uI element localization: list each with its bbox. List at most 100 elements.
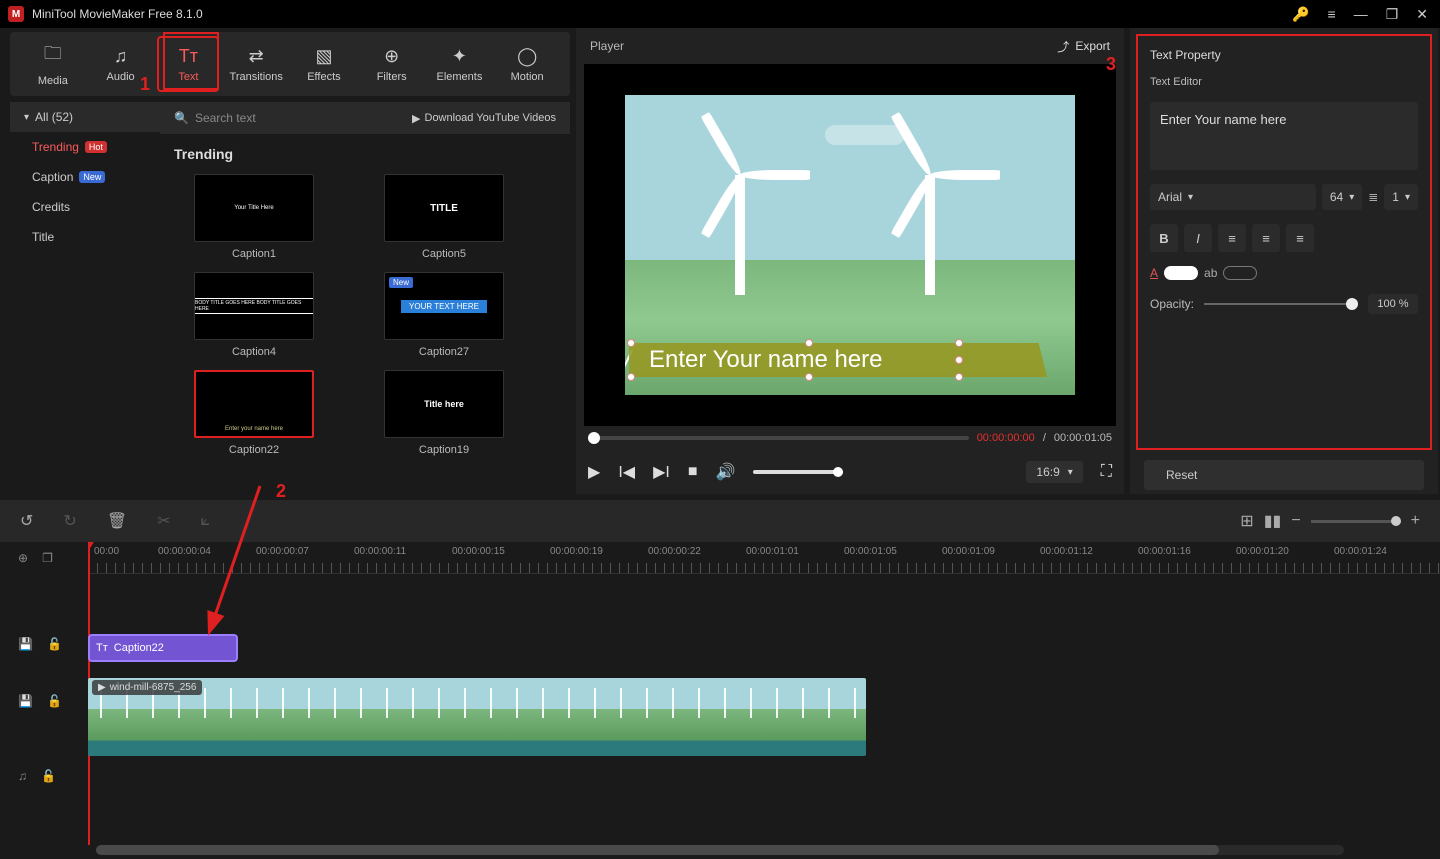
download-youtube-button[interactable]: ▶Download YouTube Videos <box>412 112 556 125</box>
new-badge: New <box>79 171 105 183</box>
video-track[interactable]: ▶wind-mill-6875_256 <box>88 678 1440 756</box>
properties-panel: Text Property Text Editor Arial▾ 64▾ ≣ 1… <box>1130 28 1438 494</box>
chevron-down-icon: ▾ <box>24 112 29 123</box>
close-icon[interactable]: ✕ <box>1416 6 1428 23</box>
prev-frame-button[interactable]: I◀ <box>618 462 635 482</box>
tab-media[interactable]: 🗀Media <box>22 36 84 92</box>
aspect-ratio-select[interactable]: 16:9▾ <box>1026 461 1082 483</box>
section-title: Trending <box>174 146 556 162</box>
undo-button[interactable]: ↺ <box>20 511 33 531</box>
thumb-caption1[interactable]: Your Title HereCaption1 <box>174 174 334 260</box>
annotation-1: 1 <box>140 74 150 95</box>
text-icon: Tᴛ <box>96 642 108 654</box>
sidebar-item-credits[interactable]: Credits <box>10 192 160 222</box>
key-icon[interactable]: 🔑 <box>1292 6 1309 23</box>
delete-button[interactable]: 🗑 <box>107 511 127 531</box>
lock-audio-track-icon[interactable]: 🔓 <box>41 769 56 783</box>
seek-bar[interactable] <box>588 436 969 440</box>
elements-icon: ✦ <box>452 46 467 67</box>
line-spacing-icon: ≣ <box>1368 190 1378 204</box>
opacity-slider[interactable] <box>1204 303 1358 305</box>
reset-button[interactable]: Reset <box>1144 460 1424 490</box>
italic-button[interactable]: I <box>1184 224 1212 252</box>
save-track-icon[interactable]: 💾 <box>18 637 33 651</box>
search-input[interactable]: 🔍Search text <box>174 111 404 125</box>
split-button[interactable]: ✂ <box>157 511 170 531</box>
player-panel: Player ⤴Export / Enter Your name here 00… <box>576 28 1124 494</box>
annotation-3: 3 <box>1106 54 1116 75</box>
volume-icon[interactable]: 🔊 <box>715 462 735 482</box>
save-video-track-icon[interactable]: 💾 <box>18 694 33 708</box>
lock-track-icon[interactable]: 🔓 <box>47 637 62 651</box>
annotation-arrow <box>200 480 300 650</box>
tab-elements[interactable]: ✦Elements <box>429 36 491 92</box>
thumb-caption27[interactable]: NewYOUR TEXT HERECaption27 <box>364 272 524 358</box>
category-sidebar: ▾All (52) TrendingHot CaptionNew Credits… <box>10 102 160 494</box>
highlight-icon: ab <box>1204 266 1217 280</box>
align-right-button[interactable]: ≡ <box>1286 224 1314 252</box>
audio-track[interactable] <box>88 774 1440 810</box>
timeline-scrollbar[interactable] <box>96 845 1344 855</box>
time-sep: / <box>1043 432 1046 444</box>
redo-button[interactable]: ↻ <box>63 511 76 531</box>
text-input[interactable] <box>1150 102 1418 170</box>
export-icon: ⤴ <box>1057 38 1069 55</box>
fullscreen-button[interactable]: ⛶ <box>1101 463 1112 481</box>
zoom-in-button[interactable]: + <box>1411 512 1420 530</box>
text-editor-label: Text Editor <box>1150 76 1418 88</box>
font-select[interactable]: Arial▾ <box>1150 184 1316 210</box>
line-spacing-select[interactable]: 1▾ <box>1384 184 1418 210</box>
add-track-icon[interactable]: ⊕ <box>18 551 28 565</box>
align-center-button[interactable]: ≡ <box>1252 224 1280 252</box>
effects-icon: ▧ <box>315 46 332 67</box>
zoom-slider[interactable] <box>1311 520 1401 523</box>
fit-zoom-icon[interactable]: ⊞ <box>1240 511 1253 531</box>
media-icon: 🗀 <box>44 41 62 71</box>
export-button[interactable]: ⤴Export <box>1057 38 1110 55</box>
app-logo-icon: M <box>8 6 24 22</box>
tab-transitions[interactable]: ⇄Transitions <box>225 36 287 92</box>
video-clip[interactable]: ▶wind-mill-6875_256 <box>88 678 866 756</box>
zoom-out-button[interactable]: − <box>1291 512 1300 530</box>
sidebar-item-trending[interactable]: TrendingHot <box>10 132 160 162</box>
lock-video-track-icon[interactable]: 🔓 <box>47 694 62 708</box>
font-size-select[interactable]: 64▾ <box>1322 184 1362 210</box>
top-tabs: 🗀Media ♫Audio TᴛText ⇄Transitions ▧Effec… <box>10 32 570 96</box>
tab-effects[interactable]: ▧Effects <box>293 36 355 92</box>
thumb-caption4[interactable]: BODY TITLE GOES HERE BODY TITLE GOES HER… <box>174 272 334 358</box>
highlight-color-swatch[interactable] <box>1223 266 1257 280</box>
play-button[interactable]: ▶ <box>588 462 600 482</box>
sidebar-item-caption[interactable]: CaptionNew <box>10 162 160 192</box>
maximize-icon[interactable]: ❐ <box>1386 6 1399 23</box>
align-left-button[interactable]: ≡ <box>1218 224 1246 252</box>
sidebar-all[interactable]: ▾All (52) <box>10 102 160 132</box>
text-color-swatch[interactable] <box>1164 266 1198 280</box>
new-badge: New <box>389 277 413 288</box>
menu-icon[interactable]: ≡ <box>1328 6 1336 22</box>
thumb-caption22[interactable]: Enter your name hereCaption22 <box>174 370 334 456</box>
hot-badge: Hot <box>85 141 107 153</box>
thumb-caption5[interactable]: TITLECaption5 <box>364 174 524 260</box>
dup-track-icon[interactable]: ❐ <box>42 551 53 565</box>
next-frame-button[interactable]: ▶I <box>653 462 670 482</box>
sidebar-item-title[interactable]: Title <box>10 222 160 252</box>
minimize-icon[interactable]: — <box>1354 6 1368 22</box>
filters-icon: ⊕ <box>384 46 399 67</box>
opacity-label: Opacity: <box>1150 297 1194 311</box>
player-viewport[interactable]: / Enter Your name here <box>584 64 1116 426</box>
stop-button[interactable]: ■ <box>688 463 698 481</box>
tab-text[interactable]: TᴛText <box>157 36 219 92</box>
text-overlay[interactable]: Enter Your name here <box>629 343 1047 377</box>
audio-track-icon[interactable]: ♫ <box>18 769 27 783</box>
thumb-caption19[interactable]: Title hereCaption19 <box>364 370 524 456</box>
audio-icon: ♫ <box>114 46 128 67</box>
volume-slider[interactable] <box>753 470 843 474</box>
marker-icon[interactable]: ▮▮ <box>1264 511 1282 531</box>
search-icon: 🔍 <box>174 111 189 125</box>
app-title: MiniTool MovieMaker Free 8.1.0 <box>32 7 203 21</box>
motion-icon: ◯ <box>517 46 537 67</box>
left-panel: 🗀Media ♫Audio TᴛText ⇄Transitions ▧Effec… <box>0 28 570 494</box>
tab-filters[interactable]: ⊕Filters <box>361 36 423 92</box>
bold-button[interactable]: B <box>1150 224 1178 252</box>
tab-motion[interactable]: ◯Motion <box>496 36 558 92</box>
